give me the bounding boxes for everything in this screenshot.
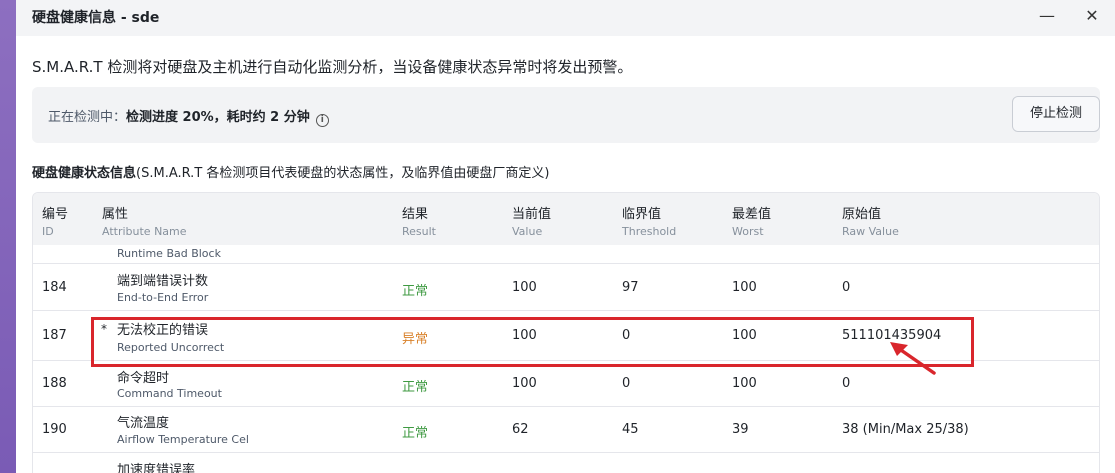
col-header-sublabel: Threshold [622,225,677,238]
attr-zh: 端到端错误计数 [117,274,209,289]
info-icon[interactable]: i [315,114,329,127]
attr-zh: 气流温度 [117,416,170,431]
close-icon[interactable]: ✕ [1078,4,1106,28]
col-header-sublabel: Result [402,225,436,238]
row-threshold: 0 [622,376,631,391]
row-raw-value: 0 [842,280,851,295]
row-worst: 100 [732,376,757,391]
col-header-sublabel: Worst [732,225,764,238]
attr-en: Command Timeout [117,387,222,400]
row-raw-value: 0 [842,376,851,391]
status-text: 正在检测中：检测进度 20%，耗时约 2 分钟 i [48,106,329,127]
attr-en: Runtime Bad Block [117,247,221,260]
attr-zh: 加速度错误率 [117,463,196,473]
col-header-label: 属性 [102,207,129,222]
col-header-sublabel: Raw Value [842,225,899,238]
col-header-sublabel: ID [42,225,54,238]
result-status: 正常 [402,426,429,441]
col-header-worst: 最差值 Worst [732,203,771,238]
row-value: 100 [512,376,537,391]
col-header-label: 当前值 [512,207,552,222]
attr-en: Reported Uncorrect [117,341,225,354]
attr-zh: 无法校正的错误 [117,323,209,338]
col-header-label: 临界值 [622,207,662,222]
smart-table[interactable]: 编号 ID 属性 Attribute Name 结果 Result 当前值 Value … [32,192,1100,473]
row-threshold: 45 [622,422,639,437]
col-header-label: 原始值 [842,207,882,222]
col-header-sublabel: Value [512,225,543,238]
window-title: 硬盘健康信息 - sde [32,10,160,26]
row-id: 188 [42,376,67,391]
row-id: 190 [42,422,67,437]
col-header-value: 当前值 Value [512,203,551,238]
row-worst: 100 [732,280,757,295]
col-header-threshold: 临界值 Threshold [622,203,676,238]
col-header-label: 结果 [402,207,429,222]
col-header-attribute: 属性 Attribute Name [102,203,187,238]
status-panel: 正在检测中：检测进度 20%，耗时约 2 分钟 i 停止检测 [32,87,1100,143]
table-row[interactable]: 184 端到端错误计数 End-to-End Error 正常 100 97 1… [33,264,1099,311]
result-status: 正常 [402,380,429,395]
section-title: 硬盘健康状态信息(S.M.A.R.T 各检测项目代表硬盘的状态属性，及临界值由硬… [32,162,549,181]
attr-en: Airflow Temperature Cel [117,433,249,446]
result-status: 异常 [402,332,429,347]
table-row[interactable]: 187 * 无法校正的错误 Reported Uncorrect 异常 100 … [33,311,1099,361]
stop-detection-button[interactable]: 停止检测 [1012,96,1100,132]
row-value: 100 [512,280,537,295]
section-title-note: (S.M.A.R.T 各检测项目代表硬盘的状态属性，及临界值由硬盘厂商定义) [136,166,550,181]
result-status: 正常 [402,284,429,299]
table-row[interactable]: 188 命令超时 Command Timeout 正常 100 0 100 0 [33,361,1099,407]
attr-en: End-to-End Error [117,291,209,304]
col-header-sublabel: Attribute Name [102,225,187,238]
row-threshold: 0 [622,328,631,343]
table-row-partial[interactable]: 加速度错误率 [33,453,1099,473]
status-prefix: 正在检测中： [48,110,127,125]
table-header: 编号 ID 属性 Attribute Name 结果 Result 当前值 Value … [33,193,1099,245]
row-threshold: 97 [622,280,639,295]
attr-zh: 命令超时 [117,371,170,386]
smart-dialog: 硬盘健康信息 - sde — ✕ S.M.A.R.T 检测将对硬盘及主机进行自动… [16,0,1115,473]
col-header-raw-value: 原始值 Raw Value [842,203,899,238]
row-value: 100 [512,328,537,343]
col-header-label: 编号 [42,207,69,222]
row-id: 184 [42,280,67,295]
col-header-result: 结果 Result [402,203,436,238]
row-value: 62 [512,422,529,437]
section-title-main: 硬盘健康状态信息 [32,166,137,181]
row-raw-value: 38 (Min/Max 25/38) [842,422,969,437]
row-worst: 39 [732,422,749,437]
table-row[interactable]: 190 气流温度 Airflow Temperature Cel 正常 62 4… [33,407,1099,453]
col-header-label: 最差值 [732,207,772,222]
col-header-id: 编号 ID [42,203,68,238]
description-text: S.M.A.R.T 检测将对硬盘及主机进行自动化监测分析，当设备健康状态异常时将… [32,58,633,76]
row-worst: 100 [732,328,757,343]
minimize-icon[interactable]: — [1033,4,1061,28]
title-bar: 硬盘健康信息 - sde — ✕ [16,0,1115,36]
abnormal-marker: * [101,322,107,336]
status-detail: 检测进度 20%，耗时约 2 分钟 [126,110,310,125]
row-raw-value: 511101435904 [842,328,942,343]
row-id: 187 [42,328,67,343]
